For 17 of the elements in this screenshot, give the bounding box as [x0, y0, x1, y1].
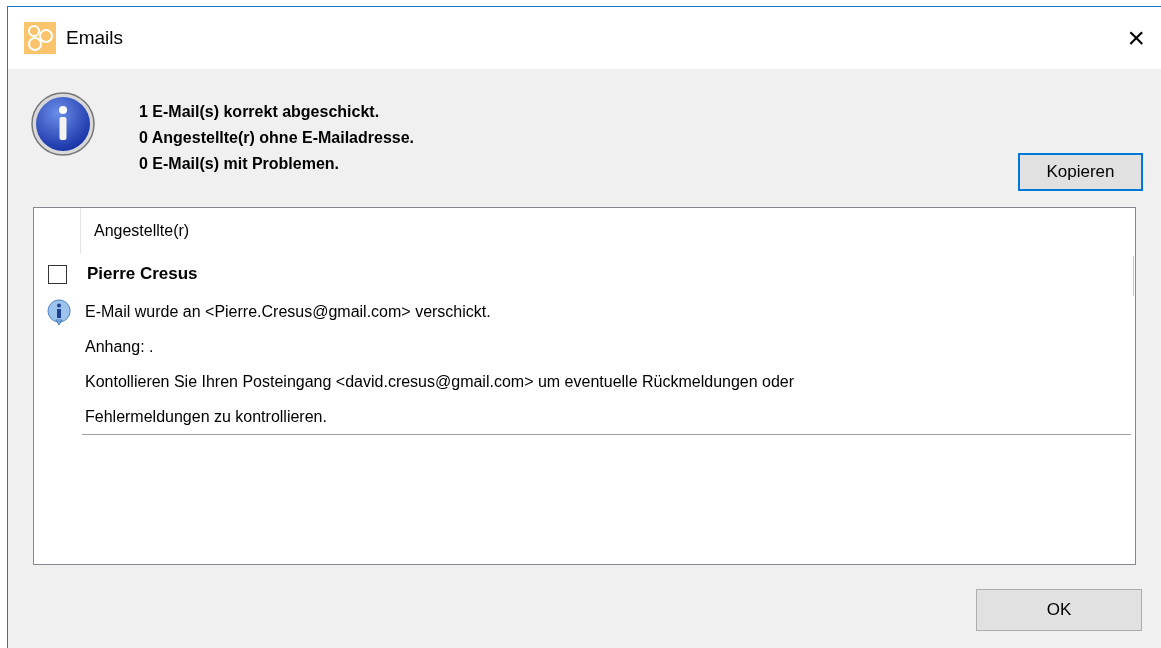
info-icon: [30, 91, 96, 157]
close-button[interactable]: ×: [1127, 23, 1145, 53]
column-header[interactable]: Angestellte(r): [94, 219, 190, 243]
summary-line: 1 E-Mail(s) korrekt abgeschickt.: [139, 102, 381, 122]
employee-name: Pierre Cresus: [87, 263, 198, 286]
ok-button[interactable]: OK: [976, 589, 1142, 631]
message-line: E-Mail wurde an <Pierre.Cresus@gmail.com> verschickt.: [85, 301, 491, 322]
app-logo-icon: [24, 22, 56, 54]
summary-line: 0 Angestellte(r) ohne E-Mailadresse.: [139, 128, 415, 148]
message-line: Anhang: .: [85, 336, 154, 357]
copy-button[interactable]: Kopieren: [1018, 153, 1143, 191]
info-bubble-icon: [46, 298, 72, 326]
summary-line: 0 E-Mail(s) mit Problemen.: [139, 154, 341, 174]
message-line: Fehlermeldungen zu kontrollieren.: [85, 406, 327, 427]
message-line: Kontollieren Sie Ihren Posteingang <david.cresus@gmail.com> um eventuelle Rückmeldungen oder: [85, 371, 795, 392]
window-title: Emails: [66, 25, 123, 50]
checkbox[interactable]: [48, 264, 67, 284]
